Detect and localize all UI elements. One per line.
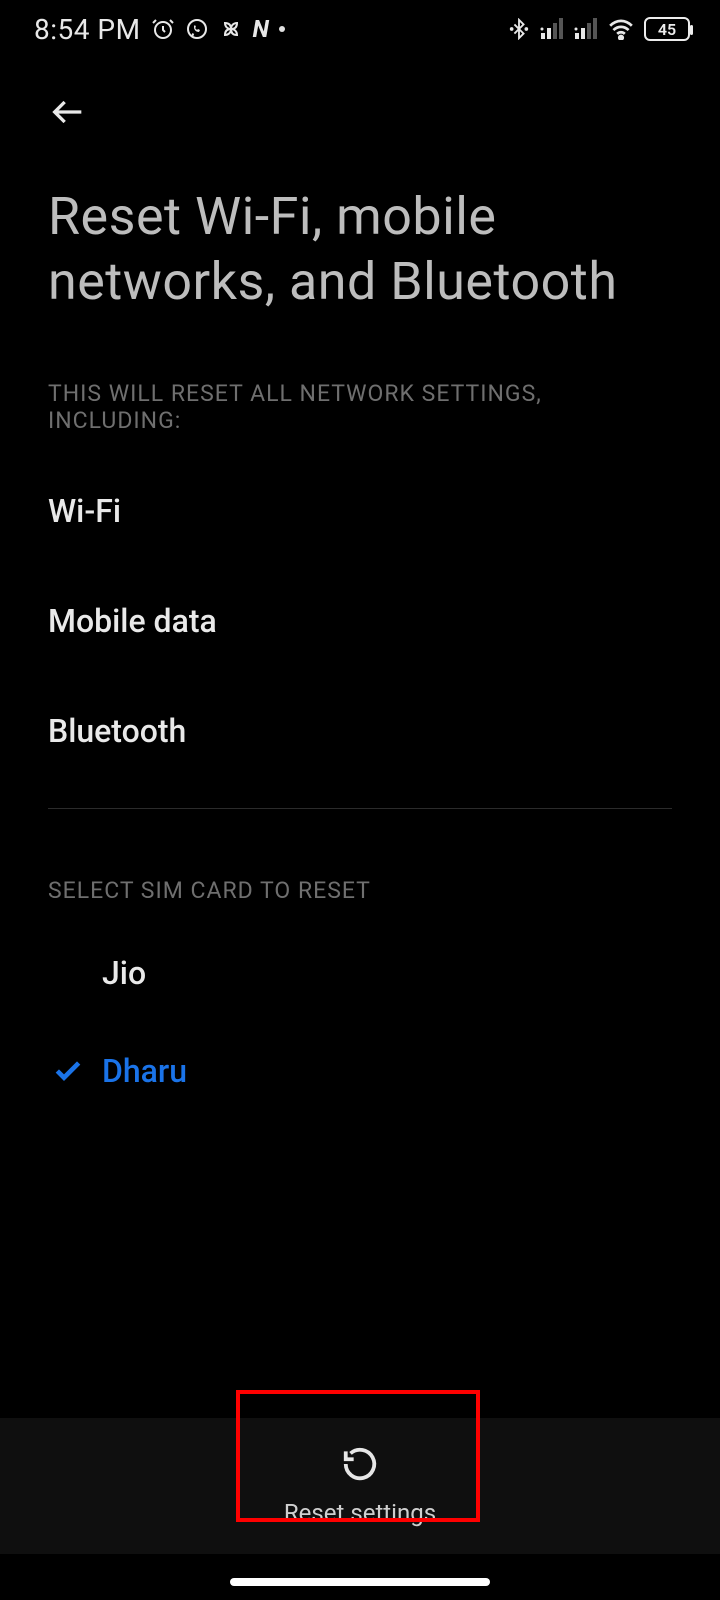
status-bar: 8:54 PM N xyxy=(0,0,720,58)
bluetooth-icon xyxy=(508,18,530,40)
sim-option-label: Dharu xyxy=(102,1052,187,1090)
whatsapp-icon xyxy=(185,17,209,41)
reset-settings-button[interactable]: Reset settings xyxy=(192,1427,528,1545)
signal-sim1-icon xyxy=(540,18,564,40)
bottom-action-bar: Reset settings xyxy=(0,1418,720,1554)
pinwheel-icon xyxy=(219,17,243,41)
back-button[interactable] xyxy=(48,117,88,136)
status-time: 8:54 PM xyxy=(34,13,141,46)
reset-includes-heading: THIS WILL RESET ALL NETWORK SETTINGS, IN… xyxy=(0,314,720,434)
battery-level: 45 xyxy=(658,20,676,39)
list-item-mobile-data: Mobile data xyxy=(48,566,672,676)
list-item-bluetooth: Bluetooth xyxy=(48,676,672,786)
nav-handle[interactable] xyxy=(230,1578,490,1586)
sim-option-jio[interactable]: Jio xyxy=(0,924,720,1022)
check-icon xyxy=(48,1055,88,1087)
list-item-wifi: Wi-Fi xyxy=(48,456,672,566)
letter-n-icon: N xyxy=(253,15,269,43)
select-sim-heading: SELECT SIM CARD TO RESET xyxy=(0,809,720,904)
battery-indicator: 45 xyxy=(644,17,690,41)
wifi-icon xyxy=(608,18,634,40)
reset-settings-label: Reset settings xyxy=(284,1499,436,1527)
sim-option-label: Jio xyxy=(102,954,146,992)
sim-list: Jio Dharu xyxy=(0,904,720,1120)
signal-sim2-icon xyxy=(574,18,598,40)
sim-option-dharu[interactable]: Dharu xyxy=(0,1022,720,1120)
reset-icon xyxy=(341,1445,379,1489)
alarm-icon xyxy=(151,17,175,41)
reset-includes-list: Wi-Fi Mobile data Bluetooth xyxy=(0,434,720,786)
page-title: Reset Wi-Fi, mobile networks, and Blueto… xyxy=(0,136,720,314)
more-notifications-dot-icon xyxy=(279,26,285,32)
